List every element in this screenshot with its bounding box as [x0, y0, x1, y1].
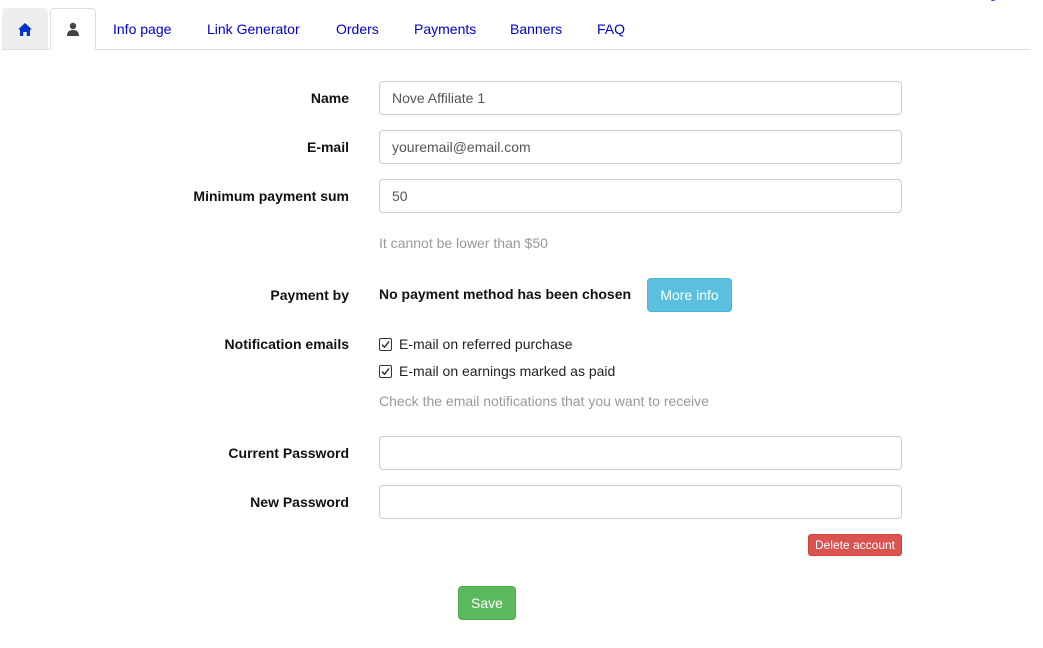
- notification-emails-label: Notification emails: [224, 336, 349, 352]
- email-input[interactable]: [379, 130, 902, 164]
- tab-payments[interactable]: Payments: [414, 8, 476, 49]
- save-button[interactable]: Save: [458, 586, 516, 620]
- min-payment-input[interactable]: [379, 179, 902, 213]
- notify-purchase-label: E-mail on referred purchase: [399, 336, 573, 352]
- corner-mark: [990, 0, 996, 1]
- notify-paid-label: E-mail on earnings marked as paid: [399, 363, 616, 379]
- nav-tabs: Info page Link Generator Orders Payments…: [2, 8, 1030, 50]
- tab-profile[interactable]: [50, 8, 96, 50]
- notify-paid-checkbox[interactable]: [379, 364, 392, 378]
- home-icon: [18, 22, 32, 36]
- payment-by-label: Payment by: [270, 287, 349, 303]
- tab-banners[interactable]: Banners: [510, 8, 562, 49]
- notify-paid-option[interactable]: E-mail on earnings marked as paid: [379, 363, 615, 379]
- delete-account-button[interactable]: Delete account: [808, 534, 902, 556]
- name-input[interactable]: [379, 81, 902, 115]
- current-password-input[interactable]: [379, 436, 902, 470]
- name-label: Name: [310, 90, 349, 106]
- tab-orders[interactable]: Orders: [336, 8, 379, 49]
- notifications-help: Check the email notifications that you w…: [379, 393, 709, 409]
- check-icon: [381, 340, 390, 348]
- notify-purchase-option[interactable]: E-mail on referred purchase: [379, 336, 573, 352]
- tab-link-generator[interactable]: Link Generator: [207, 8, 300, 49]
- current-password-label: Current Password: [228, 445, 349, 461]
- notify-purchase-checkbox[interactable]: [379, 337, 392, 351]
- check-icon: [381, 367, 390, 375]
- email-label: E-mail: [306, 139, 349, 155]
- new-password-label: New Password: [250, 494, 349, 510]
- payment-method-status: No payment method has been chosen: [379, 286, 632, 302]
- min-payment-help: It cannot be lower than $50: [379, 235, 548, 251]
- min-payment-label: Minimum payment sum: [193, 188, 349, 204]
- tab-home[interactable]: [2, 8, 48, 49]
- tab-info-page[interactable]: Info page: [113, 8, 171, 49]
- more-info-button[interactable]: More info: [647, 278, 732, 312]
- new-password-input[interactable]: [379, 485, 902, 519]
- tab-faq[interactable]: FAQ: [597, 8, 625, 49]
- user-icon: [67, 22, 79, 36]
